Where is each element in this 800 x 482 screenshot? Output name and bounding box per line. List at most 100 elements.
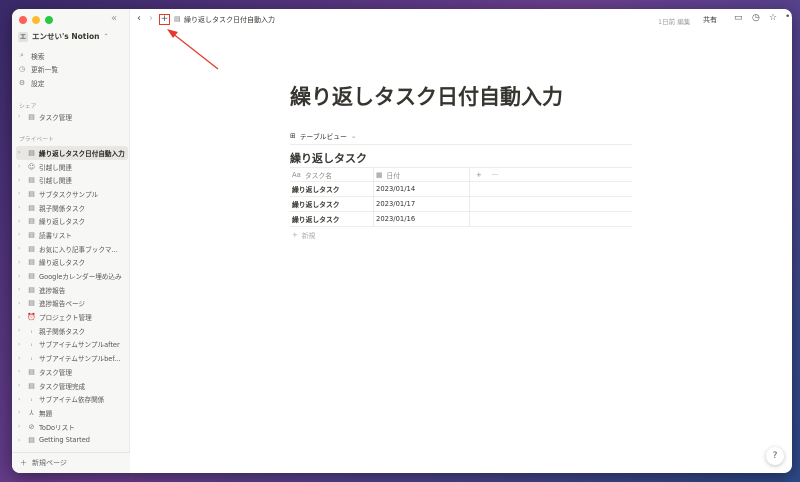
comment-icon[interactable]: ▭: [734, 13, 743, 23]
task-name-cell[interactable]: 繰り返しタスク: [290, 197, 374, 211]
chevron-right-icon[interactable]: ›: [18, 149, 24, 156]
chevron-right-icon[interactable]: ›: [18, 355, 24, 362]
table-row[interactable]: 繰り返しタスク 2023/01/14: [290, 182, 632, 197]
new-row-button[interactable]: + 新規: [290, 227, 632, 242]
date-cell[interactable]: 2023/01/16: [374, 212, 470, 226]
chevron-right-icon[interactable]: ›: [18, 300, 24, 307]
private-page-list: › ▤ 繰り返しタスク日付自動入力 › ☺ 引越し関連 › ▤ 引越し関連 › ▤ サブタスクサンプル…: [16, 146, 128, 447]
collapse-sidebar-icon[interactable]: «: [111, 13, 117, 24]
star-icon[interactable]: ☆: [769, 13, 777, 23]
sidebar-page-item[interactable]: › ꜟ サブアイテムサンプルafter: [16, 338, 128, 352]
chevron-right-icon[interactable]: ›: [18, 368, 24, 375]
chevron-right-icon[interactable]: ›: [18, 204, 24, 211]
empty-cell: [470, 182, 632, 196]
chevron-right-icon[interactable]: ›: [18, 437, 24, 444]
workspace-switcher[interactable]: エ エンせい's Notion ⌃: [18, 31, 108, 42]
page-icon: ▤: [28, 176, 35, 185]
close-window-button[interactable]: [19, 16, 27, 24]
plus-icon: ＋: [20, 459, 27, 467]
sidebar-page-item[interactable]: › ▤ 親子関係タスク: [16, 201, 128, 215]
text-property-icon: Aa: [292, 170, 301, 179]
chevron-right-icon[interactable]: ›: [18, 396, 24, 403]
chevron-right-icon[interactable]: ›: [18, 177, 24, 184]
sidebar-page-item[interactable]: › ⏰ プロジェクト管理: [16, 310, 128, 324]
database-table: Aa タスク名 ▦ 日付 + ··· 繰り返しタスク 2023/01/14 繰り…: [290, 167, 632, 242]
sidebar-page-item[interactable]: › ▤ サブタスクサンプル: [16, 187, 128, 201]
sidebar-page-item[interactable]: › ▤ 引越し関連: [16, 173, 128, 187]
chevron-right-icon[interactable]: ›: [18, 273, 24, 280]
workspace-name: エンせい's Notion: [32, 32, 100, 41]
chevron-right-icon[interactable]: ›: [18, 286, 24, 293]
empty-cell: [470, 197, 632, 211]
sidebar-page-item[interactable]: › ꜟ サブアイテム依存関係: [16, 392, 128, 406]
sidebar-page-item[interactable]: › ⅄ 無題: [16, 406, 128, 420]
chevron-right-icon[interactable]: ›: [18, 163, 24, 170]
more-icon[interactable]: •••: [785, 12, 792, 22]
chevron-right-icon[interactable]: ›: [18, 259, 24, 266]
sidebar-page-item[interactable]: › ▤ タスク管理完成: [16, 379, 128, 393]
sidebar-page-item[interactable]: › ▤ 繰り返しタスク: [16, 214, 128, 228]
sidebar-page-item[interactable]: › ▤ 繰り返しタスク: [16, 256, 128, 270]
page-icon: ꜟ: [30, 340, 33, 349]
maximize-window-button[interactable]: [45, 16, 53, 24]
chevron-right-icon[interactable]: ›: [18, 409, 24, 416]
history-icon[interactable]: ◷: [752, 13, 760, 23]
new-page-button[interactable]: ＋ 新規ページ: [12, 452, 130, 473]
sidebar-page-item[interactable]: › ☺ 引越し関連: [16, 160, 128, 174]
back-arrow-icon[interactable]: ‹: [137, 13, 141, 24]
sidebar-item-updates[interactable]: ◷ 更新一覧: [18, 63, 58, 77]
date-cell[interactable]: 2023/01/17: [374, 197, 470, 211]
sidebar-page-item[interactable]: › ⊘ ToDoリスト: [16, 420, 128, 434]
add-plus-button[interactable]: +: [159, 14, 170, 25]
sidebar-item-settings[interactable]: ⚙ 設定: [18, 76, 58, 90]
sidebar-item-search[interactable]: ⌕ 検索: [18, 49, 58, 63]
breadcrumb[interactable]: 繰り返しタスク日付自動入力: [184, 15, 275, 25]
sidebar-page-item[interactable]: › ▤ お気に入り記事ブックマ...: [16, 242, 128, 256]
chevron-right-icon[interactable]: ›: [18, 245, 24, 252]
chevron-right-icon[interactable]: ›: [18, 327, 24, 334]
chevron-right-icon[interactable]: ›: [18, 341, 24, 348]
database-title[interactable]: 繰り返しタスク: [290, 150, 367, 166]
sidebar-page-item[interactable]: › ▤ Getting Started: [16, 433, 128, 447]
sidebar-page-item[interactable]: › ꜟ 親子関係タスク: [16, 324, 128, 338]
table-view-tab[interactable]: ⊞ テーブルビュー ⌄: [290, 131, 357, 141]
table-row[interactable]: 繰り返しタスク 2023/01/17: [290, 197, 632, 212]
add-column-icon[interactable]: +: [476, 171, 482, 179]
sidebar-page-label: 親子関係タスク: [39, 204, 86, 213]
date-cell[interactable]: 2023/01/14: [374, 182, 470, 196]
clock-icon: ◷: [18, 65, 26, 74]
chevron-right-icon[interactable]: ›: [18, 190, 24, 197]
view-label: テーブルビュー: [299, 133, 347, 141]
chevron-right-icon[interactable]: ›: [18, 218, 24, 225]
sidebar-page-item[interactable]: › ▤ 読書リスト: [16, 228, 128, 242]
column-header-date[interactable]: ▦ 日付: [374, 168, 470, 181]
chevron-right-icon[interactable]: ›: [18, 113, 24, 120]
table-row[interactable]: 繰り返しタスク 2023/01/16: [290, 212, 632, 227]
task-name-cell[interactable]: 繰り返しタスク: [290, 182, 374, 196]
more-icon[interactable]: ···: [492, 171, 498, 179]
chevron-right-icon[interactable]: ›: [18, 314, 24, 321]
minimize-window-button[interactable]: [32, 16, 40, 24]
page-icon: ꜟ: [30, 395, 33, 404]
sidebar-page-label: タスク管理: [39, 368, 72, 377]
sidebar-page-item[interactable]: › ▤ タスク管理: [16, 110, 128, 124]
sidebar-page-item[interactable]: › ▤ Googleカレンダー埋め込み: [16, 269, 128, 283]
sidebar-page-item[interactable]: › ▤ 進捗報告: [16, 283, 128, 297]
column-header-name[interactable]: Aa タスク名: [290, 168, 374, 181]
column-label: タスク名: [304, 171, 333, 180]
help-button[interactable]: ?: [766, 447, 784, 465]
task-name-cell[interactable]: 繰り返しタスク: [290, 212, 374, 226]
sidebar-page-label: 繰り返しタスク: [39, 218, 86, 227]
sidebar-page-item[interactable]: › ▤ タスク管理: [16, 365, 128, 379]
forward-arrow-icon[interactable]: ›: [149, 13, 153, 24]
chevron-right-icon[interactable]: ›: [18, 231, 24, 238]
chevron-right-icon[interactable]: ›: [18, 423, 24, 430]
chevron-right-icon[interactable]: ›: [18, 382, 24, 389]
sidebar-page-item[interactable]: › ▤ 繰り返しタスク日付自動入力: [16, 146, 128, 160]
sidebar-page-item[interactable]: › ▤ 進捗報告ページ: [16, 297, 128, 311]
page-icon: ⏰: [27, 313, 36, 322]
sidebar-page-label: ToDoリスト: [39, 423, 75, 432]
share-button[interactable]: 共有: [703, 15, 717, 25]
page-title[interactable]: 繰り返しタスク日付自動入力: [290, 81, 563, 111]
sidebar-page-item[interactable]: › ꜟ サブアイテムサンプルbef...: [16, 351, 128, 365]
